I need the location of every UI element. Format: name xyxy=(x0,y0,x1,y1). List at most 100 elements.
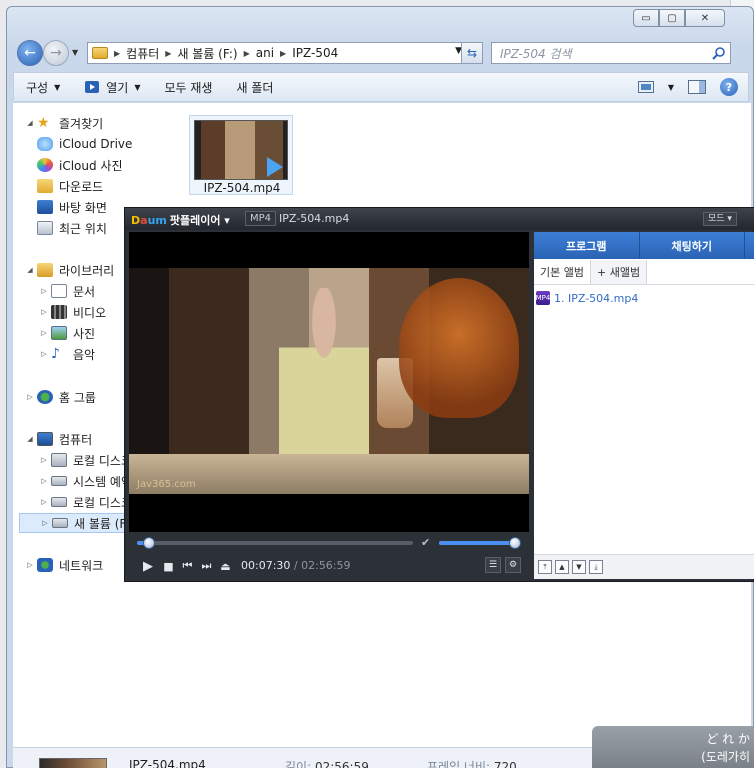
nav-videos[interactable]: ▷ 비디오 xyxy=(37,302,106,322)
nav-libraries[interactable]: ◢ 라이브러리 xyxy=(23,260,114,280)
nav-computer[interactable]: ◢ 컴퓨터 xyxy=(23,429,92,449)
nav-pictures[interactable]: ▷ 사진 xyxy=(37,323,95,343)
minimize-button[interactable]: ▭ xyxy=(633,9,659,27)
total-time: 02:56:59 xyxy=(301,559,351,572)
search-input[interactable]: IPZ-504 검색 xyxy=(491,42,731,64)
file-item[interactable]: IPZ-504.mp4 xyxy=(189,115,293,195)
play-button[interactable]: ▶ xyxy=(137,558,159,574)
preview-pane-icon[interactable] xyxy=(688,80,706,94)
move-up-button[interactable]: ▲ xyxy=(555,560,569,574)
expand-icon[interactable]: ▷ xyxy=(23,393,37,401)
video-person xyxy=(279,288,369,458)
tab-chat[interactable]: 채팅하기 xyxy=(639,232,745,259)
skip-next-icon: ⏭ xyxy=(201,559,212,572)
mute-icon[interactable]: ✔ xyxy=(421,536,430,549)
play-all-button[interactable]: 모두 재생 xyxy=(165,79,213,96)
nav-downloads[interactable]: 다운로드 xyxy=(37,176,103,196)
expand-icon[interactable]: ▷ xyxy=(23,561,37,569)
playlist-item[interactable]: MP4 1. IPZ-504.mp4 xyxy=(536,290,638,306)
new-folder-button[interactable]: 새 폴더 xyxy=(236,79,273,96)
seek-bar[interactable] xyxy=(137,537,413,549)
video-area[interactable]: Jav365.com xyxy=(129,232,529,532)
search-icon[interactable] xyxy=(712,46,726,60)
breadcrumb-current[interactable]: IPZ-504 xyxy=(292,46,338,60)
collapse-icon[interactable]: ◢ xyxy=(23,435,37,443)
mp4-file-icon: MP4 xyxy=(536,291,550,305)
nav-icloud-drive[interactable]: iCloud Drive xyxy=(37,134,132,154)
help-icon[interactable]: ? xyxy=(720,78,738,96)
chevron-right-icon[interactable]: ▶ xyxy=(114,49,120,58)
tab-program[interactable]: 프로그램 xyxy=(534,232,640,259)
nav-local-disk-2[interactable]: ▷ 로컬 디스크 xyxy=(37,492,132,512)
nav-network[interactable]: ▷ 네트워크 xyxy=(23,555,103,575)
next-button[interactable]: ⏭ xyxy=(197,558,216,574)
stop-button[interactable]: ■ xyxy=(159,558,178,574)
organize-menu[interactable]: 구성 ▼ xyxy=(26,79,60,96)
maximize-button[interactable]: ▢ xyxy=(659,9,685,27)
volume-slider[interactable] xyxy=(439,537,521,549)
nav-label: 즐겨찾기 xyxy=(59,116,104,131)
nav-icloud-photos[interactable]: iCloud 사진 xyxy=(37,155,123,175)
refresh-button[interactable]: ⇆ xyxy=(461,42,483,64)
collapse-icon[interactable]: ◢ xyxy=(23,266,37,274)
chevron-right-icon[interactable]: ▶ xyxy=(244,49,250,58)
expand-icon[interactable]: ▷ xyxy=(37,287,51,295)
settings-button[interactable]: ⚙ xyxy=(505,557,521,573)
expand-icon[interactable]: ▷ xyxy=(37,498,51,506)
previous-button[interactable]: ⏮ xyxy=(178,558,197,574)
nav-recent[interactable]: 최근 위치 xyxy=(37,218,107,238)
move-down-button[interactable]: ▼ xyxy=(572,560,586,574)
tab-more[interactable] xyxy=(745,232,754,259)
forward-button[interactable]: → xyxy=(43,40,69,66)
network-icon xyxy=(37,558,53,572)
daum-potplayer-logo[interactable]: Daum 팟플레이어 ▾ xyxy=(131,212,230,228)
nav-new-volume[interactable]: ▷ 새 볼륨 (F:) xyxy=(19,513,137,533)
expand-icon[interactable]: ▷ xyxy=(37,308,51,316)
nav-music[interactable]: ▷ ♪ 음악 xyxy=(37,344,95,364)
eject-button[interactable]: ⏏ xyxy=(216,558,235,574)
nav-label: 다운로드 xyxy=(59,179,104,194)
volume-handle[interactable] xyxy=(509,537,521,549)
expand-icon[interactable]: ▷ xyxy=(37,329,51,337)
chevron-right-icon[interactable]: ▶ xyxy=(165,49,171,58)
breadcrumb-computer[interactable]: 컴퓨터 xyxy=(126,45,159,62)
move-down-icon: ▼ xyxy=(576,563,582,571)
breadcrumb-ani[interactable]: ani xyxy=(256,46,274,60)
nav-local-disk-c[interactable]: ▷ 로컬 디스크 xyxy=(37,450,132,470)
notification-popup[interactable]: ど れ か (도레가히 xyxy=(592,726,754,768)
address-bar[interactable]: ▶ 컴퓨터 ▶ 새 볼륨 (F:) ▶ ani ▶ IPZ-504 ▼ xyxy=(87,42,467,64)
breadcrumb-volume[interactable]: 새 볼륨 (F:) xyxy=(177,45,237,62)
view-dropdown-icon[interactable]: ▼ xyxy=(668,83,674,92)
expand-icon[interactable]: ▷ xyxy=(37,456,51,464)
video-thumbnail xyxy=(194,120,288,180)
video-frame[interactable]: Jav365.com xyxy=(129,268,529,494)
nav-homegroup[interactable]: ▷ 홈 그룹 xyxy=(23,387,96,407)
view-options-icon[interactable] xyxy=(637,81,654,93)
move-top-button[interactable]: ⤒ xyxy=(538,560,552,574)
collapse-icon[interactable]: ◢ xyxy=(23,119,37,127)
expand-icon[interactable]: ▷ xyxy=(37,477,51,485)
seek-handle[interactable] xyxy=(142,537,155,549)
nav-favorites[interactable]: ◢ ★ 즐겨찾기 xyxy=(23,113,103,133)
history-dropdown-icon[interactable]: ▼ xyxy=(72,48,78,57)
nav-label: 라이브러리 xyxy=(59,263,115,278)
video-watermark: Jav365.com xyxy=(137,479,196,490)
open-menu[interactable]: 열기 ▼ xyxy=(84,79,141,96)
move-bottom-button[interactable]: ⤓ xyxy=(589,560,603,574)
back-button[interactable]: ← xyxy=(17,40,43,66)
nav-desktop[interactable]: 바탕 화면 xyxy=(37,197,107,217)
nav-system-reserved[interactable]: ▷ 시스템 예약 xyxy=(37,471,132,491)
nav-documents[interactable]: ▷ 문서 xyxy=(37,281,95,301)
player-title-bar[interactable]: Daum 팟플레이어 ▾ MP4 IPZ-504.mp4 모드 ▾ xyxy=(125,208,754,230)
move-top-icon: ⤒ xyxy=(543,562,547,571)
expand-icon[interactable]: ▷ xyxy=(38,519,52,527)
expand-icon[interactable]: ▷ xyxy=(37,350,51,358)
album-tab-default[interactable]: 기본 앨범 xyxy=(534,260,591,284)
skip-previous-icon: ⏮ xyxy=(182,559,193,572)
add-album-button[interactable]: + 새앨범 xyxy=(590,260,648,284)
mode-button[interactable]: 모드 ▾ xyxy=(703,212,737,226)
play-overlay-icon xyxy=(267,157,283,177)
chevron-right-icon[interactable]: ▶ xyxy=(280,49,286,58)
playlist-toggle-button[interactable]: ☰ xyxy=(485,557,501,573)
close-button[interactable]: ✕ xyxy=(685,9,725,27)
